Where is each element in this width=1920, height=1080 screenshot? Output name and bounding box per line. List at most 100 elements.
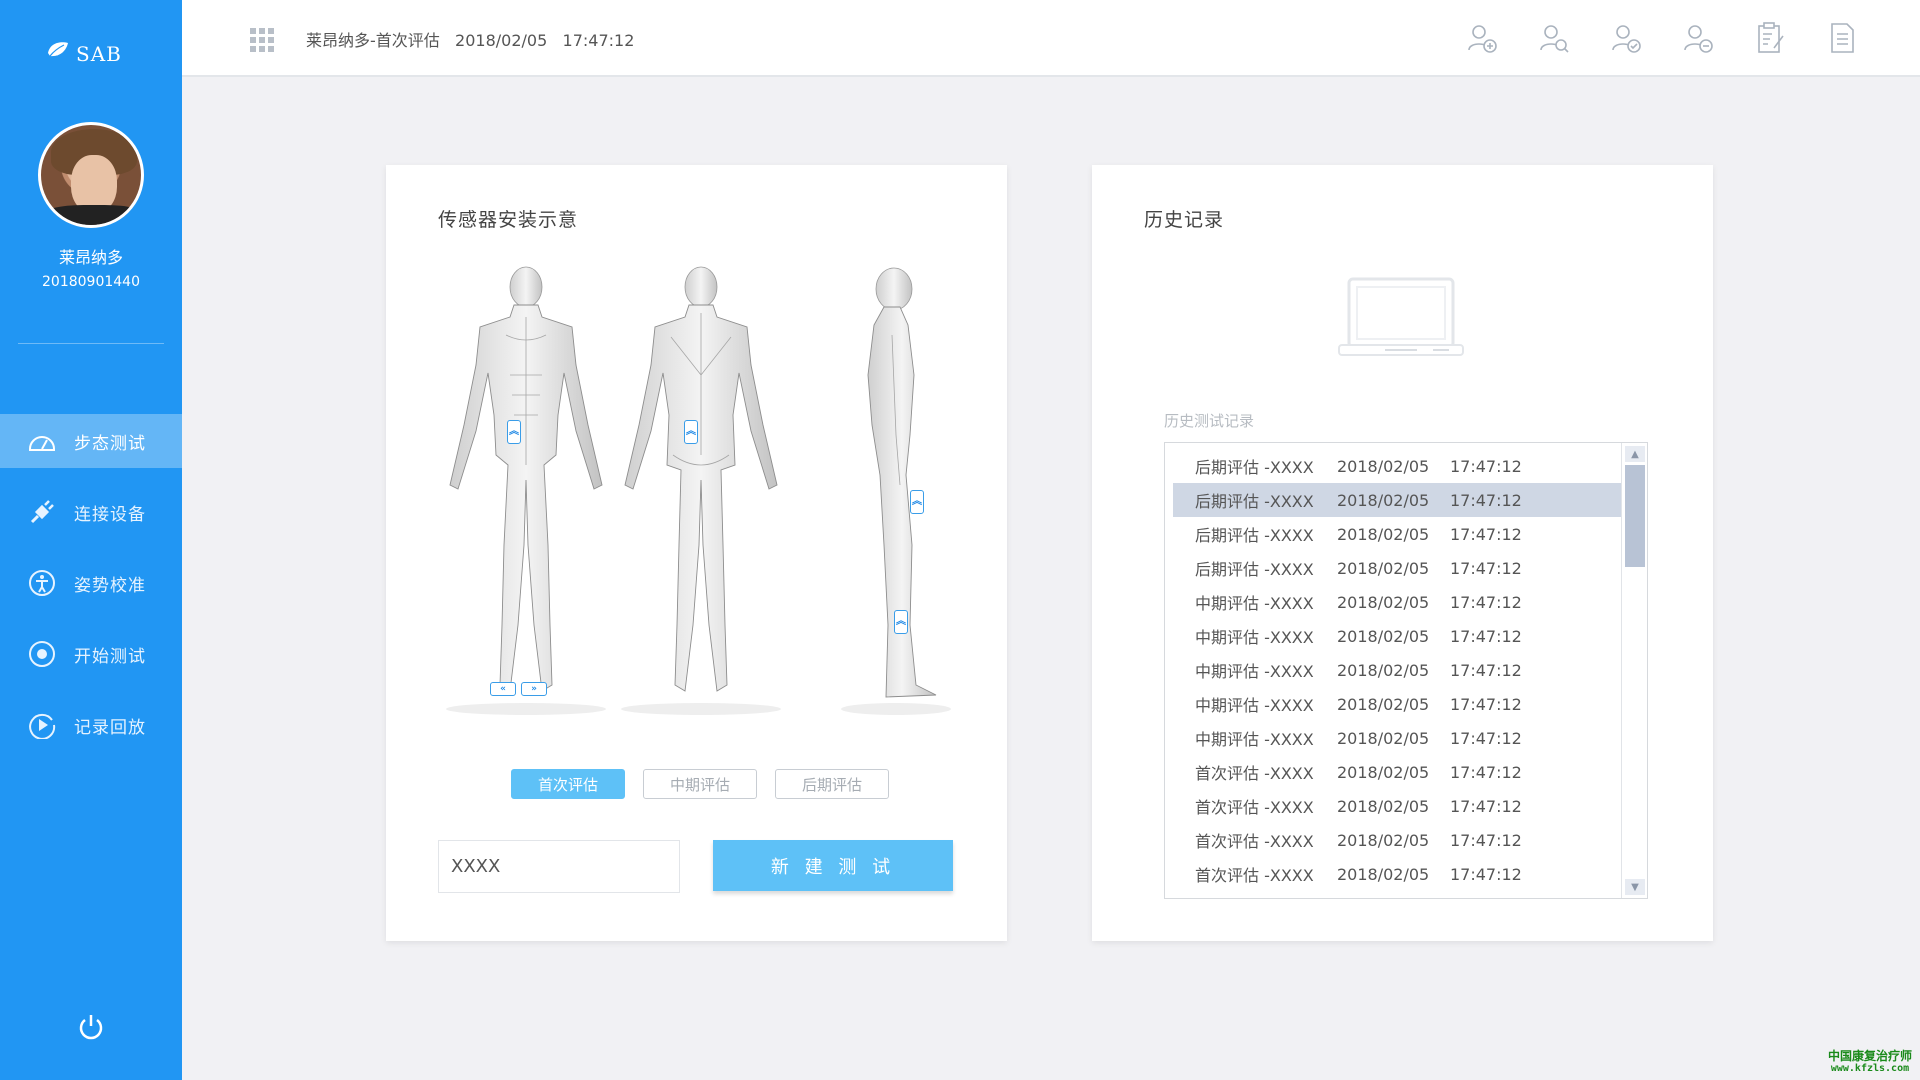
list-item[interactable]: 首次评估 -XXXX 2018/02/05 17:47:12	[1173, 789, 1621, 823]
waist-back-sensor: ︽	[684, 420, 698, 444]
avatar[interactable]	[38, 122, 144, 228]
scroll-up-button[interactable]: ▲	[1625, 446, 1645, 462]
power-button[interactable]	[76, 1012, 106, 1042]
right-foot-sensor: »	[521, 682, 547, 696]
history-time: 17:47:12	[1450, 796, 1522, 816]
remove-user-icon[interactable]	[1680, 20, 1716, 56]
app-logo: SAB	[46, 34, 122, 66]
list-item[interactable]: 首次评估 -XXXX 2018/02/05 17:47:12	[1173, 823, 1621, 857]
check-user-icon[interactable]	[1608, 20, 1644, 56]
list-item[interactable]: 中期评估 -XXXX 2018/02/05 17:47:12	[1173, 653, 1621, 687]
history-date: 2018/02/05	[1337, 864, 1430, 884]
document-icon[interactable]	[1824, 20, 1860, 56]
side-body-figure	[841, 267, 951, 715]
history-date: 2018/02/05	[1337, 626, 1430, 646]
history-time: 17:47:12	[1450, 592, 1522, 612]
history-name: 中期评估 -XXXX	[1195, 730, 1314, 749]
tab-late-assessment[interactable]: 后期评估	[775, 769, 889, 799]
waist-front-sensor: ︽	[507, 420, 521, 444]
front-body-figure	[446, 266, 606, 715]
history-name: 后期评估 -XXXX	[1195, 492, 1314, 511]
sidebar-item-label: 步态测试	[74, 433, 146, 454]
watermark-line1: 中国康复治疗师	[1827, 1048, 1912, 1063]
history-list: 后期评估 -XXXX 2018/02/05 17:47:12 后期评估 -XXXX 20…	[1164, 442, 1648, 899]
sidebar-item-start-test[interactable]: 开始测试	[0, 627, 182, 681]
speedometer-icon	[26, 425, 58, 457]
session-time: 17:47:12	[562, 31, 635, 50]
new-test-button[interactable]: 新 建 测 试	[713, 840, 953, 891]
shank-sensor: ︽	[894, 610, 908, 634]
session-date: 2018/02/05	[455, 31, 548, 50]
thigh-sensor: ︽	[910, 490, 924, 514]
stage-tabs: 首次评估 中期评估 后期评估	[511, 769, 889, 799]
history-name: 中期评估 -XXXX	[1195, 594, 1314, 613]
history-name: 首次评估 -XXXX	[1195, 798, 1314, 817]
scroll-down-button[interactable]: ▼	[1625, 879, 1645, 895]
sidebar-item-playback[interactable]: 记录回放	[0, 698, 182, 752]
play-icon	[26, 709, 58, 741]
history-rows: 后期评估 -XXXX 2018/02/05 17:47:12 后期评估 -XXXX 20…	[1173, 449, 1621, 891]
history-time: 17:47:12	[1450, 524, 1522, 544]
posture-icon	[26, 567, 58, 599]
watermark: 中国康复治疗师 www.kfzls.com	[1827, 1048, 1912, 1074]
sidebar-divider	[18, 343, 164, 344]
tab-mid-assessment[interactable]: 中期评估	[643, 769, 757, 799]
history-time: 17:47:12	[1450, 490, 1522, 510]
history-time: 17:47:12	[1450, 694, 1522, 714]
laptop-icon	[1338, 277, 1464, 356]
history-card: 历史记录 历史测试记录 后期评估 -XXXX 2018/02/05 17:47:12…	[1092, 165, 1713, 941]
test-name-input[interactable]	[438, 840, 680, 893]
history-date: 2018/02/05	[1337, 490, 1430, 510]
list-item[interactable]: 中期评估 -XXXX 2018/02/05 17:47:12	[1173, 687, 1621, 721]
record-icon	[26, 638, 58, 670]
history-date: 2018/02/05	[1337, 830, 1430, 850]
list-item[interactable]: 首次评估 -XXXX 2018/02/05 17:47:12	[1173, 755, 1621, 789]
history-time: 17:47:12	[1450, 456, 1522, 476]
apps-grid-icon[interactable]	[250, 28, 274, 52]
history-date: 2018/02/05	[1337, 592, 1430, 612]
session-title: 莱昂纳多-首次评估 2018/02/05 17:47:12	[306, 27, 634, 51]
history-name: 后期评估 -XXXX	[1195, 458, 1314, 477]
history-name: 首次评估 -XXXX	[1195, 866, 1314, 885]
left-foot-sensor: «	[490, 682, 516, 696]
list-item[interactable]: 后期评估 -XXXX 2018/02/05 17:47:12	[1173, 551, 1621, 585]
history-name: 首次评估 -XXXX	[1195, 764, 1314, 783]
search-user-icon[interactable]	[1536, 20, 1572, 56]
leaf-logo-icon	[46, 39, 72, 61]
history-time: 17:47:12	[1450, 864, 1522, 884]
add-user-icon[interactable]	[1464, 20, 1500, 56]
history-time: 17:47:12	[1450, 762, 1522, 782]
top-bar: 莱昂纳多-首次评估 2018/02/05 17:47:12	[182, 0, 1920, 77]
history-date: 2018/02/05	[1337, 762, 1430, 782]
list-item[interactable]: 后期评估 -XXXX 2018/02/05 17:47:12	[1173, 517, 1621, 551]
scroll-thumb[interactable]	[1625, 465, 1645, 567]
history-name: 中期评估 -XXXX	[1195, 696, 1314, 715]
list-item[interactable]: 后期评估 -XXXX 2018/02/05 17:47:12	[1173, 483, 1621, 517]
user-id: 20180901440	[42, 274, 140, 290]
history-date: 2018/02/05	[1337, 558, 1430, 578]
tab-first-assessment[interactable]: 首次评估	[511, 769, 625, 799]
sidebar-item-posture-calibration[interactable]: 姿势校准	[0, 556, 182, 610]
sidebar-item-gait-test[interactable]: 步态测试	[0, 414, 182, 468]
scrollbar[interactable]: ▲ ▼	[1621, 443, 1647, 898]
watermark-line2: www.kfzls.com	[1830, 1063, 1910, 1074]
list-item[interactable]: 中期评估 -XXXX 2018/02/05 17:47:12	[1173, 721, 1621, 755]
sidebar-item-label: 姿势校准	[74, 575, 146, 596]
back-body-figure	[621, 266, 781, 715]
list-item[interactable]: 后期评估 -XXXX 2018/02/05 17:47:12	[1173, 449, 1621, 483]
history-date: 2018/02/05	[1337, 524, 1430, 544]
history-date: 2018/02/05	[1337, 660, 1430, 680]
user-name: 莱昂纳多	[58, 248, 123, 267]
sensor-install-card: 传感器安装示意 ︽ ︽ ︽ ︽ « » 首次评估 中期评估 后期评估 XXXX …	[386, 165, 1007, 941]
history-name: 首次评估 -XXXX	[1195, 832, 1314, 851]
list-item[interactable]: 中期评估 -XXXX 2018/02/05 17:47:12	[1173, 619, 1621, 653]
sidebar-item-connect-device[interactable]: 连接设备	[0, 485, 182, 539]
list-item[interactable]: 中期评估 -XXXX 2018/02/05 17:47:12	[1173, 585, 1621, 619]
sidebar-item-label: 记录回放	[74, 717, 146, 738]
list-item[interactable]: 首次评估 -XXXX 2018/02/05 17:47:12	[1173, 857, 1621, 891]
clipboard-edit-icon[interactable]	[1752, 20, 1788, 56]
history-date: 2018/02/05	[1337, 694, 1430, 714]
history-date: 2018/02/05	[1337, 796, 1430, 816]
history-time: 17:47:12	[1450, 558, 1522, 578]
history-name: 后期评估 -XXXX	[1195, 560, 1314, 579]
